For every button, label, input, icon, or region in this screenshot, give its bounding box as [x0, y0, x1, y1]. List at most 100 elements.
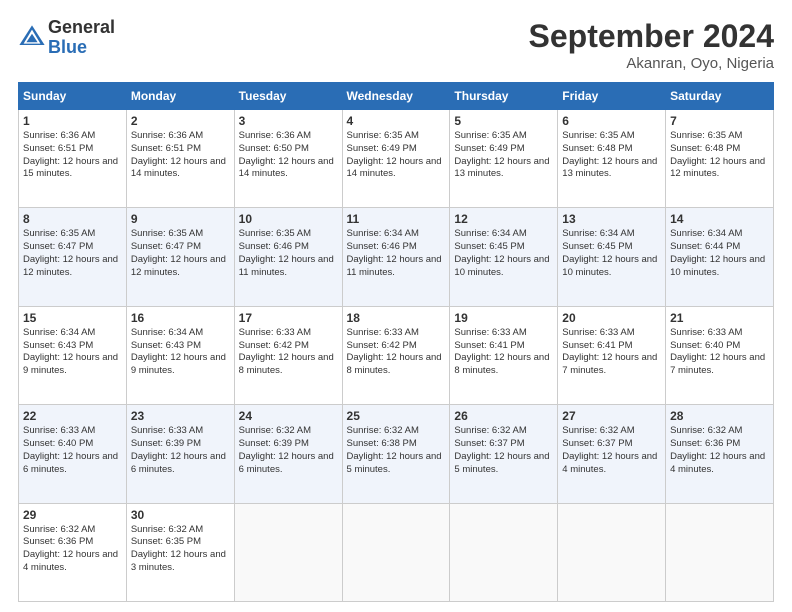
header-friday: Friday — [558, 83, 666, 110]
day-number: 1 — [23, 114, 122, 128]
day-info: Sunrise: 6:33 AM Sunset: 6:41 PM Dayligh… — [454, 327, 553, 378]
day-info: Sunrise: 6:35 AM Sunset: 6:49 PM Dayligh… — [454, 130, 553, 181]
day-info: Sunrise: 6:32 AM Sunset: 6:37 PM Dayligh… — [454, 425, 553, 476]
day-info: Sunrise: 6:34 AM Sunset: 6:43 PM Dayligh… — [23, 327, 122, 378]
day-info: Sunrise: 6:32 AM Sunset: 6:38 PM Dayligh… — [347, 425, 446, 476]
day-number: 19 — [454, 311, 553, 325]
day-info: Sunrise: 6:32 AM Sunset: 6:36 PM Dayligh… — [670, 425, 769, 476]
location-title: Akanran, Oyo, Nigeria — [529, 55, 774, 72]
day-info: Sunrise: 6:34 AM Sunset: 6:44 PM Dayligh… — [670, 228, 769, 279]
logo-icon — [18, 24, 46, 52]
calendar-cell: 30 Sunrise: 6:32 AM Sunset: 6:35 PM Dayl… — [126, 503, 234, 601]
header-monday: Monday — [126, 83, 234, 110]
day-info: Sunrise: 6:32 AM Sunset: 6:36 PM Dayligh… — [23, 524, 122, 575]
day-info: Sunrise: 6:36 AM Sunset: 6:51 PM Dayligh… — [23, 130, 122, 181]
day-info: Sunrise: 6:33 AM Sunset: 6:42 PM Dayligh… — [347, 327, 446, 378]
calendar-cell: 25 Sunrise: 6:32 AM Sunset: 6:38 PM Dayl… — [342, 405, 450, 503]
header-tuesday: Tuesday — [234, 83, 342, 110]
calendar-cell: 27 Sunrise: 6:32 AM Sunset: 6:37 PM Dayl… — [558, 405, 666, 503]
calendar-table: Sunday Monday Tuesday Wednesday Thursday… — [18, 82, 774, 602]
calendar-cell — [342, 503, 450, 601]
day-number: 7 — [670, 114, 769, 128]
day-info: Sunrise: 6:35 AM Sunset: 6:49 PM Dayligh… — [347, 130, 446, 181]
day-number: 28 — [670, 409, 769, 423]
calendar-cell: 26 Sunrise: 6:32 AM Sunset: 6:37 PM Dayl… — [450, 405, 558, 503]
day-number: 18 — [347, 311, 446, 325]
header-saturday: Saturday — [666, 83, 774, 110]
day-number: 24 — [239, 409, 338, 423]
day-info: Sunrise: 6:33 AM Sunset: 6:42 PM Dayligh… — [239, 327, 338, 378]
calendar-cell: 17 Sunrise: 6:33 AM Sunset: 6:42 PM Dayl… — [234, 306, 342, 404]
calendar-cell: 29 Sunrise: 6:32 AM Sunset: 6:36 PM Dayl… — [19, 503, 127, 601]
day-number: 4 — [347, 114, 446, 128]
calendar-cell — [234, 503, 342, 601]
day-number: 23 — [131, 409, 230, 423]
calendar-cell: 10 Sunrise: 6:35 AM Sunset: 6:46 PM Dayl… — [234, 208, 342, 306]
day-info: Sunrise: 6:33 AM Sunset: 6:40 PM Dayligh… — [670, 327, 769, 378]
calendar-cell: 15 Sunrise: 6:34 AM Sunset: 6:43 PM Dayl… — [19, 306, 127, 404]
day-number: 8 — [23, 212, 122, 226]
calendar-cell: 24 Sunrise: 6:32 AM Sunset: 6:39 PM Dayl… — [234, 405, 342, 503]
header: General Blue September 2024 Akanran, Oyo… — [18, 18, 774, 72]
day-number: 29 — [23, 508, 122, 522]
calendar-cell: 14 Sunrise: 6:34 AM Sunset: 6:44 PM Dayl… — [666, 208, 774, 306]
calendar-cell: 3 Sunrise: 6:36 AM Sunset: 6:50 PM Dayli… — [234, 110, 342, 208]
logo: General Blue — [18, 18, 115, 58]
day-info: Sunrise: 6:35 AM Sunset: 6:48 PM Dayligh… — [670, 130, 769, 181]
day-info: Sunrise: 6:35 AM Sunset: 6:47 PM Dayligh… — [131, 228, 230, 279]
day-number: 21 — [670, 311, 769, 325]
day-number: 3 — [239, 114, 338, 128]
calendar-cell: 4 Sunrise: 6:35 AM Sunset: 6:49 PM Dayli… — [342, 110, 450, 208]
calendar-cell: 16 Sunrise: 6:34 AM Sunset: 6:43 PM Dayl… — [126, 306, 234, 404]
calendar-cell: 28 Sunrise: 6:32 AM Sunset: 6:36 PM Dayl… — [666, 405, 774, 503]
day-number: 15 — [23, 311, 122, 325]
calendar-cell: 9 Sunrise: 6:35 AM Sunset: 6:47 PM Dayli… — [126, 208, 234, 306]
day-number: 13 — [562, 212, 661, 226]
calendar-cell: 5 Sunrise: 6:35 AM Sunset: 6:49 PM Dayli… — [450, 110, 558, 208]
calendar-cell: 20 Sunrise: 6:33 AM Sunset: 6:41 PM Dayl… — [558, 306, 666, 404]
logo-general: General — [48, 18, 115, 38]
day-number: 26 — [454, 409, 553, 423]
day-info: Sunrise: 6:34 AM Sunset: 6:45 PM Dayligh… — [562, 228, 661, 279]
day-info: Sunrise: 6:33 AM Sunset: 6:41 PM Dayligh… — [562, 327, 661, 378]
calendar-week-4: 22 Sunrise: 6:33 AM Sunset: 6:40 PM Dayl… — [19, 405, 774, 503]
day-info: Sunrise: 6:34 AM Sunset: 6:43 PM Dayligh… — [131, 327, 230, 378]
logo-text: General Blue — [48, 18, 115, 58]
day-info: Sunrise: 6:35 AM Sunset: 6:48 PM Dayligh… — [562, 130, 661, 181]
day-info: Sunrise: 6:33 AM Sunset: 6:39 PM Dayligh… — [131, 425, 230, 476]
day-number: 2 — [131, 114, 230, 128]
day-info: Sunrise: 6:33 AM Sunset: 6:40 PM Dayligh… — [23, 425, 122, 476]
day-number: 27 — [562, 409, 661, 423]
header-wednesday: Wednesday — [342, 83, 450, 110]
calendar-cell — [558, 503, 666, 601]
calendar-cell: 2 Sunrise: 6:36 AM Sunset: 6:51 PM Dayli… — [126, 110, 234, 208]
calendar-header-row: Sunday Monday Tuesday Wednesday Thursday… — [19, 83, 774, 110]
day-number: 12 — [454, 212, 553, 226]
calendar-cell: 18 Sunrise: 6:33 AM Sunset: 6:42 PM Dayl… — [342, 306, 450, 404]
calendar-cell: 22 Sunrise: 6:33 AM Sunset: 6:40 PM Dayl… — [19, 405, 127, 503]
calendar-cell — [666, 503, 774, 601]
calendar-cell: 7 Sunrise: 6:35 AM Sunset: 6:48 PM Dayli… — [666, 110, 774, 208]
calendar-cell: 21 Sunrise: 6:33 AM Sunset: 6:40 PM Dayl… — [666, 306, 774, 404]
calendar-cell: 8 Sunrise: 6:35 AM Sunset: 6:47 PM Dayli… — [19, 208, 127, 306]
day-number: 17 — [239, 311, 338, 325]
header-sunday: Sunday — [19, 83, 127, 110]
day-number: 16 — [131, 311, 230, 325]
calendar-cell: 13 Sunrise: 6:34 AM Sunset: 6:45 PM Dayl… — [558, 208, 666, 306]
day-number: 5 — [454, 114, 553, 128]
title-block: September 2024 Akanran, Oyo, Nigeria — [529, 18, 774, 72]
month-title: September 2024 — [529, 18, 774, 55]
day-info: Sunrise: 6:32 AM Sunset: 6:35 PM Dayligh… — [131, 524, 230, 575]
day-info: Sunrise: 6:36 AM Sunset: 6:50 PM Dayligh… — [239, 130, 338, 181]
day-number: 9 — [131, 212, 230, 226]
day-number: 30 — [131, 508, 230, 522]
calendar-week-3: 15 Sunrise: 6:34 AM Sunset: 6:43 PM Dayl… — [19, 306, 774, 404]
day-number: 6 — [562, 114, 661, 128]
calendar-cell: 11 Sunrise: 6:34 AM Sunset: 6:46 PM Dayl… — [342, 208, 450, 306]
day-number: 22 — [23, 409, 122, 423]
day-number: 20 — [562, 311, 661, 325]
calendar-cell: 12 Sunrise: 6:34 AM Sunset: 6:45 PM Dayl… — [450, 208, 558, 306]
day-number: 10 — [239, 212, 338, 226]
day-info: Sunrise: 6:35 AM Sunset: 6:47 PM Dayligh… — [23, 228, 122, 279]
page: General Blue September 2024 Akanran, Oyo… — [0, 0, 792, 612]
